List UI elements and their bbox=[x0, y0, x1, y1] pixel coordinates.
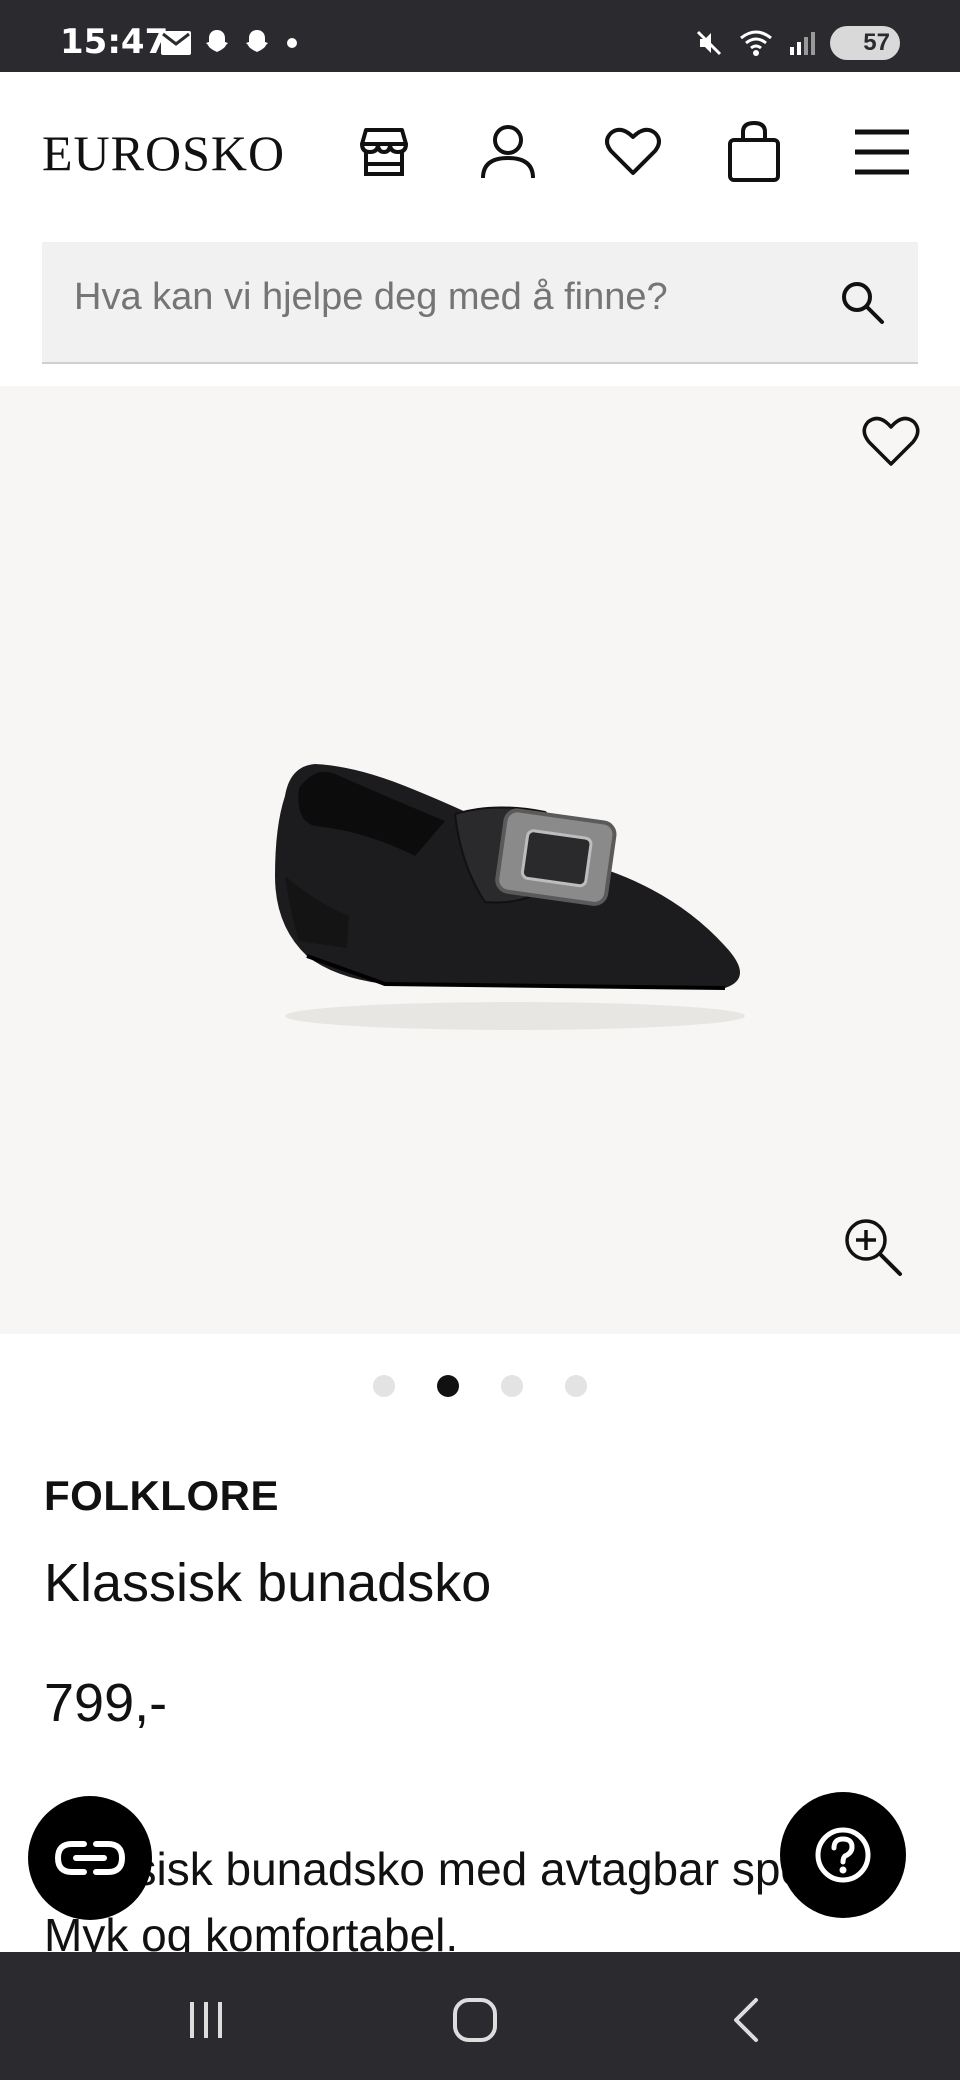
eurosko-logo[interactable]: EUROSKO bbox=[42, 124, 285, 182]
battery-level: 57 bbox=[863, 29, 890, 56]
snapchat-icon bbox=[206, 30, 228, 52]
search-bar[interactable] bbox=[42, 242, 918, 364]
status-left-icons bbox=[160, 28, 302, 58]
carousel-dot-4[interactable] bbox=[565, 1375, 587, 1397]
help-button[interactable] bbox=[780, 1792, 906, 1918]
product-title: Klassisk bunadsko bbox=[44, 1553, 492, 1613]
status-bar: 15:47 57 bbox=[0, 0, 960, 72]
carousel-pagination bbox=[0, 1375, 960, 1397]
search-input[interactable] bbox=[74, 276, 814, 319]
link-chat-button[interactable] bbox=[28, 1796, 152, 1920]
recents-icon[interactable] bbox=[176, 1990, 236, 2050]
product-brand[interactable]: FOLKLORE bbox=[44, 1472, 279, 1520]
carousel-dot-2-active[interactable] bbox=[437, 1375, 459, 1397]
back-icon[interactable] bbox=[716, 1990, 776, 2050]
wifi-icon bbox=[740, 30, 772, 56]
snapchat-icon bbox=[246, 30, 268, 52]
shopping-bag-icon[interactable] bbox=[724, 120, 784, 184]
zoom-in-icon[interactable] bbox=[842, 1216, 904, 1283]
menu-icon[interactable] bbox=[852, 120, 912, 184]
status-right-icons: 57 bbox=[694, 26, 900, 60]
add-to-wishlist-heart-icon[interactable] bbox=[862, 416, 920, 473]
help-icon bbox=[815, 1827, 871, 1883]
carousel-dot-3[interactable] bbox=[501, 1375, 523, 1397]
status-time: 15:47 bbox=[60, 22, 169, 62]
signal-icon bbox=[790, 32, 815, 55]
carousel-dot-1[interactable] bbox=[373, 1375, 395, 1397]
mute-icon bbox=[696, 30, 722, 56]
home-icon[interactable] bbox=[445, 1990, 505, 2050]
search-icon[interactable] bbox=[838, 278, 886, 331]
site-header: EUROSKO bbox=[0, 72, 960, 232]
link-chat-icon bbox=[54, 1841, 126, 1875]
product-image-shoe bbox=[275, 764, 745, 1030]
system-navigation-bar bbox=[0, 1952, 960, 2080]
account-icon[interactable] bbox=[478, 120, 538, 184]
dot-icon bbox=[287, 38, 297, 48]
store-icon[interactable] bbox=[354, 120, 414, 184]
mail-icon bbox=[161, 31, 191, 55]
product-image-gallery[interactable] bbox=[0, 386, 960, 1334]
product-price: 799,- bbox=[44, 1673, 168, 1733]
battery-icon: 57 bbox=[830, 26, 900, 60]
wishlist-heart-icon[interactable] bbox=[603, 120, 663, 184]
